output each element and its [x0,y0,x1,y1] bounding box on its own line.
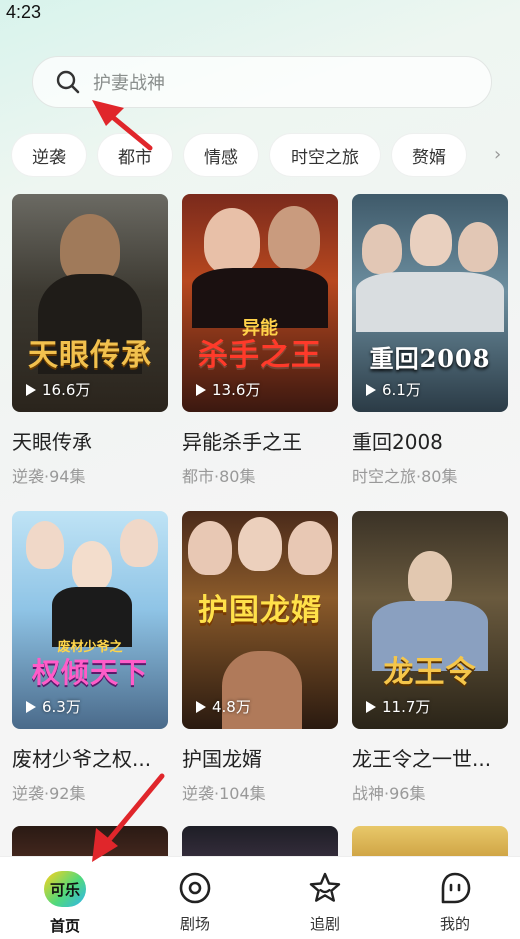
play-icon [26,383,36,396]
play-icon [196,383,206,396]
tab-home[interactable]: 可乐 首页 [0,857,130,939]
view-count: 16.6万 [26,379,90,400]
drama-title: 重回2008 [352,430,443,454]
play-icon [196,700,206,713]
drama-meta: 逆袭·104集 [182,784,266,803]
poster-title: 龙王令 [383,655,477,690]
status-time: 4:23 [6,2,42,22]
play-icon [26,700,36,713]
theater-icon [179,872,211,904]
play-icon [366,383,376,396]
poster-title: 杀手之王 [198,338,322,373]
category-row: 逆袭 都市 情感 时空之旅 赘婿 [12,134,466,176]
home-logo-icon: 可乐 [44,871,86,907]
drama-card[interactable]: 重回2008 6.1万 重回2008 时空之旅·80集 [352,194,508,487]
category-chip[interactable]: 情感 [184,134,258,176]
view-count: 4.8万 [196,696,251,717]
category-chip[interactable]: 都市 [98,134,172,176]
drama-meta: 逆袭·92集 [12,784,86,803]
tab-profile[interactable]: 我的 [390,857,520,939]
search-placeholder: 护妻战神 [93,73,165,94]
poster-title: 权倾天下 [31,656,148,689]
poster-image: 异能 杀手之王 13.6万 [182,194,338,412]
chevron-right-icon[interactable]: › [494,144,501,165]
search-bar[interactable]: 护妻战神 [32,56,492,108]
view-count: 6.3万 [26,696,81,717]
tab-label: 我的 [439,915,470,933]
tab-label: 首页 [49,917,80,935]
poster-image: 天眼传承 16.6万 [12,194,168,412]
poster-title: 天眼传承 [28,338,152,373]
poster-title: 护国龙婿 [198,593,322,628]
view-count: 11.7万 [366,696,430,717]
drama-title: 护国龙婿 [182,747,262,771]
drama-title: 天眼传承 [12,430,92,454]
drama-meta: 时空之旅·80集 [352,467,458,486]
tab-theater[interactable]: 剧场 [130,857,260,939]
profile-icon [441,872,471,904]
poster-image: 龙王令 11.7万 [352,511,508,729]
tab-label: 剧场 [179,915,210,933]
tab-label: 追剧 [309,915,340,933]
drama-card[interactable]: 护国龙婿 4.8万 护国龙婿 逆袭·104集 [182,511,338,804]
drama-meta: 战神·96集 [352,784,426,803]
poster-image: 重回2008 6.1万 [352,194,508,412]
search-icon [56,70,80,94]
poster-title: 重回2008 [369,344,491,373]
view-count: 6.1万 [366,379,421,400]
play-icon [366,700,376,713]
tab-follow[interactable]: 追剧 [260,857,390,939]
category-chip[interactable]: 时空之旅 [270,134,380,176]
drama-card[interactable]: 异能 杀手之王 13.6万 异能杀手之王 都市·80集 [182,194,338,487]
drama-title: 废材少爷之权... [12,747,152,771]
drama-card[interactable]: 龙王令 11.7万 龙王令之一世... 战神·96集 [352,511,508,804]
category-chip[interactable]: 赘婿 [392,134,466,176]
category-chip[interactable]: 逆袭 [12,134,86,176]
drama-meta: 都市·80集 [182,467,256,486]
drama-title: 龙王令之一世... [352,747,492,771]
poster-image: 护国龙婿 4.8万 [182,511,338,729]
drama-card[interactable]: 天眼传承 16.6万 天眼传承 逆袭·94集 [12,194,168,487]
drama-card[interactable]: 废材少爷之 权倾天下 6.3万 废材少爷之权... 逆袭·92集 [12,511,168,804]
bottom-tab-bar: 可乐 首页 剧场 追剧 我的 [0,856,520,939]
drama-meta: 逆袭·94集 [12,467,86,486]
drama-title: 异能杀手之王 [182,430,302,454]
star-icon [309,872,341,902]
poster-image: 废材少爷之 权倾天下 6.3万 [12,511,168,729]
view-count: 13.6万 [196,379,260,400]
